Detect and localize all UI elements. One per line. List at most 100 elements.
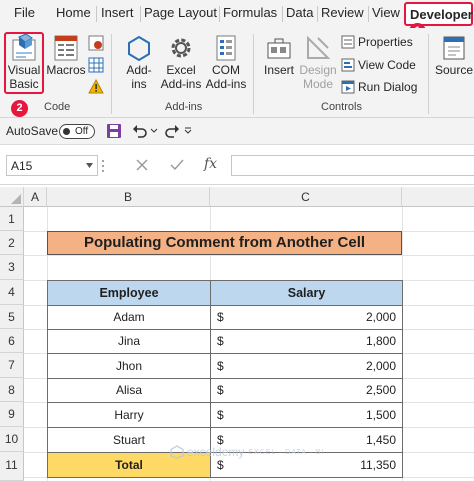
- cancel-icon[interactable]: [136, 159, 148, 171]
- enter-check-icon[interactable]: [170, 159, 184, 171]
- row-header[interactable]: 1: [0, 207, 24, 231]
- relative-references-icon[interactable]: [88, 57, 104, 73]
- employee-cell[interactable]: Adam: [47, 305, 211, 330]
- insert-function-icon[interactable]: fx: [204, 156, 217, 172]
- excel-addins-button[interactable]: Excel Add-ins: [160, 34, 202, 91]
- run-dialog-button[interactable]: Run Dialog: [341, 80, 417, 94]
- insert-control-button[interactable]: Insert: [261, 34, 297, 77]
- gear-icon: [171, 38, 191, 58]
- employee-cell[interactable]: Harry: [47, 402, 211, 428]
- excel-addins-label-line2: Add-ins: [160, 77, 202, 91]
- watermark-brand: exceldemy: [187, 445, 245, 459]
- source-button[interactable]: Source: [433, 34, 474, 77]
- name-box-value: A15: [11, 159, 33, 173]
- visual-basic-button[interactable]: Visual Basic: [5, 34, 43, 91]
- tab-divider: [219, 6, 220, 22]
- drag-handle-icon[interactable]: [101, 159, 105, 173]
- employee-cell[interactable]: Jina: [47, 329, 211, 354]
- visual-basic-label-line1: Visual: [7, 63, 41, 77]
- chevron-down-icon: [86, 163, 93, 168]
- row-header[interactable]: 6: [0, 329, 24, 353]
- customize-toolbar-icon[interactable]: [184, 127, 192, 135]
- row-header[interactable]: 2: [0, 231, 24, 255]
- toolbox-icon: [267, 38, 291, 59]
- com-addins-icon: [216, 35, 236, 61]
- tab-view[interactable]: View: [372, 5, 400, 20]
- view-code-button[interactable]: View Code: [341, 58, 416, 72]
- view-code-label: View Code: [358, 58, 416, 72]
- salary-cell[interactable]: $ 2,500: [210, 378, 403, 403]
- sheet-title-cell[interactable]: Populating Comment from Another Cell: [47, 231, 402, 255]
- view-code-icon: [341, 58, 355, 72]
- employee-cell[interactable]: Jhon: [47, 353, 211, 379]
- group-divider: [428, 34, 429, 114]
- row-header[interactable]: 4: [0, 280, 24, 305]
- row-header[interactable]: 11: [0, 452, 24, 481]
- undo-icon[interactable]: [132, 123, 148, 139]
- row-header[interactable]: 10: [0, 427, 24, 452]
- salary-cell[interactable]: $ 1,800: [210, 329, 403, 354]
- properties-label: Properties: [358, 35, 413, 49]
- chevron-down-icon[interactable]: [150, 127, 158, 135]
- tab-divider: [140, 6, 141, 22]
- record-macro-icon[interactable]: [88, 35, 104, 51]
- salary-amount: 1,800: [365, 334, 396, 348]
- select-all-corner[interactable]: [0, 187, 24, 207]
- toggle-knob: [63, 128, 70, 135]
- autosave-toggle[interactable]: Off: [59, 124, 95, 139]
- select-all-icon: [11, 194, 21, 204]
- employee-header-cell[interactable]: Employee: [47, 280, 211, 306]
- developer-ribbon: Visual Basic 2 Macros Code Add- ins Exce…: [0, 28, 474, 118]
- tab-formulas[interactable]: Formulas: [223, 5, 277, 20]
- row-header[interactable]: 8: [0, 378, 24, 402]
- tab-file[interactable]: File: [14, 5, 35, 20]
- salary-cell[interactable]: $ 2,000: [210, 353, 403, 379]
- column-header-b[interactable]: B: [47, 187, 210, 207]
- addins-group-label: Add-ins: [165, 101, 203, 113]
- macro-security-icon[interactable]: [88, 79, 104, 95]
- row-header[interactable]: 5: [0, 305, 24, 329]
- row-header[interactable]: 7: [0, 353, 24, 378]
- column-header-d[interactable]: [402, 187, 474, 207]
- addins-button[interactable]: Add- ins: [121, 34, 157, 91]
- row-header[interactable]: 9: [0, 402, 24, 427]
- currency-symbol: $: [217, 383, 224, 397]
- name-box[interactable]: A15: [6, 155, 98, 176]
- salary-amount: 1,500: [365, 408, 396, 422]
- salary-header-cell[interactable]: Salary: [210, 280, 403, 306]
- source-label: Source: [434, 63, 474, 77]
- watermark-tagline: EXCEL · DATA · BI: [248, 448, 325, 456]
- tab-data[interactable]: Data: [286, 5, 313, 20]
- redo-icon[interactable]: [164, 123, 180, 139]
- visual-basic-icon: [12, 34, 36, 61]
- tab-divider: [368, 6, 369, 22]
- formula-bar: A15 fx: [0, 145, 474, 185]
- save-icon[interactable]: [106, 123, 122, 139]
- salary-cell[interactable]: $ 1,500: [210, 402, 403, 428]
- properties-button[interactable]: Properties: [341, 35, 413, 49]
- tab-divider: [317, 6, 318, 22]
- column-header-c[interactable]: C: [210, 187, 402, 207]
- formula-input[interactable]: [231, 155, 474, 176]
- tab-insert[interactable]: Insert: [101, 5, 134, 20]
- tab-home[interactable]: Home: [56, 5, 91, 20]
- run-dialog-label: Run Dialog: [358, 80, 418, 94]
- salary-amount: 1,450: [365, 433, 396, 447]
- currency-symbol: $: [217, 408, 224, 422]
- tab-page-layout[interactable]: Page Layout: [144, 5, 217, 20]
- run-dialog-icon: [341, 80, 355, 94]
- quick-access-toolbar: AutoSave Off: [0, 118, 474, 145]
- design-mode-button[interactable]: Design Mode: [298, 34, 338, 91]
- row-header[interactable]: 3: [0, 255, 24, 280]
- macros-button[interactable]: Macros: [46, 34, 86, 77]
- salary-cell[interactable]: $ 2,000: [210, 305, 403, 330]
- addins-label-line2: ins: [131, 77, 147, 91]
- insert-control-label: Insert: [263, 63, 294, 77]
- formula-buttons: fx: [106, 155, 230, 176]
- com-addins-label-line2: Add-ins: [205, 77, 247, 91]
- column-header-a[interactable]: A: [24, 187, 47, 207]
- com-addins-button[interactable]: COM Add-ins: [205, 34, 247, 91]
- tab-review[interactable]: Review: [321, 5, 364, 20]
- design-mode-label-line1: Design: [299, 63, 337, 77]
- employee-cell[interactable]: Alisa: [47, 378, 211, 403]
